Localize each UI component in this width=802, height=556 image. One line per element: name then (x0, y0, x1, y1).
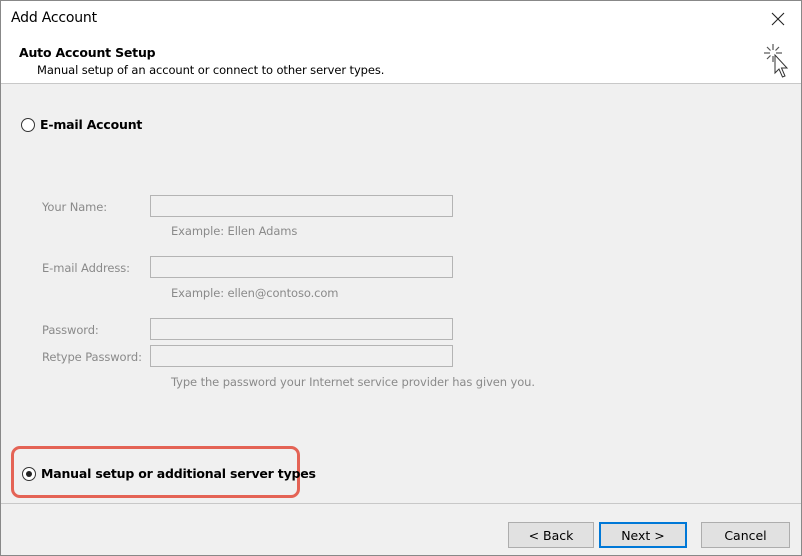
next-button[interactable]: Next > (599, 522, 687, 548)
title-bar: Add Account (1, 1, 801, 37)
email-address-field[interactable] (150, 256, 453, 278)
wand-cursor-icon (764, 44, 789, 78)
footer-divider (1, 503, 801, 504)
retype-password-field[interactable] (150, 345, 453, 367)
header-subtitle: Manual setup of an account or connect to… (37, 63, 385, 77)
header-title: Auto Account Setup (19, 45, 156, 60)
manual-setup-label: Manual setup or additional server types (41, 466, 316, 481)
email-address-hint: Example: ellen@contoso.com (171, 286, 339, 300)
password-field[interactable] (150, 318, 453, 340)
manual-setup-option[interactable]: Manual setup or additional server types (22, 466, 316, 481)
wizard-header: Auto Account Setup Manual setup of an ac… (1, 37, 801, 84)
email-account-option[interactable]: E-mail Account (21, 117, 142, 132)
retype-password-label: Retype Password: (42, 350, 142, 364)
your-name-field[interactable] (150, 195, 453, 217)
email-address-label: E-mail Address: (42, 261, 130, 275)
email-account-label: E-mail Account (40, 117, 143, 132)
add-account-dialog: Add Account Auto Account Setup Manual se… (0, 0, 802, 556)
close-button[interactable] (755, 1, 801, 37)
cancel-button[interactable]: Cancel (701, 522, 790, 548)
your-name-hint: Example: Ellen Adams (171, 224, 298, 238)
password-label: Password: (42, 323, 99, 337)
window-title: Add Account (11, 10, 97, 26)
email-account-radio[interactable] (21, 117, 35, 132)
back-button[interactable]: < Back (508, 522, 594, 548)
retype-password-hint: Type the password your Internet service … (171, 375, 535, 389)
your-name-label: Your Name: (42, 200, 108, 214)
manual-setup-radio[interactable] (22, 466, 36, 481)
close-icon (771, 12, 785, 26)
